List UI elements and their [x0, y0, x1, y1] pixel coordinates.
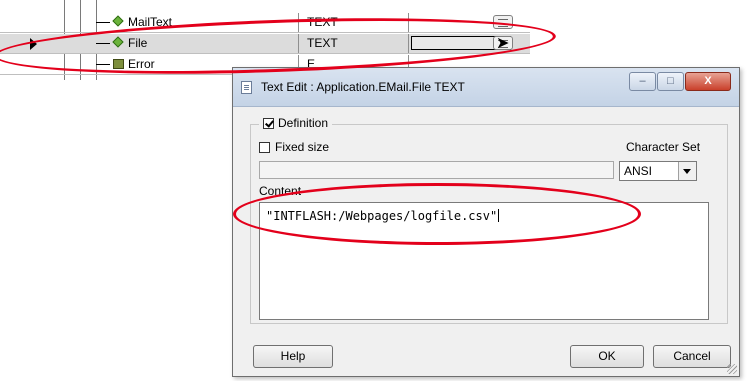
charset-select[interactable]: ANSI: [619, 161, 697, 181]
tree-connector: [96, 22, 110, 23]
annotation-ellipse: [233, 183, 641, 245]
definition-checkbox[interactable]: [263, 117, 274, 129]
fixed-size-label: Fixed size: [275, 140, 330, 154]
definition-checkbox-row[interactable]: Definition: [259, 116, 333, 130]
definition-label: Definition: [278, 116, 329, 130]
fixed-size-checkbox[interactable]: [259, 141, 270, 153]
size-field: [259, 161, 614, 179]
fixed-size-row[interactable]: Fixed size: [259, 140, 329, 154]
help-button[interactable]: Help: [253, 345, 333, 368]
cancel-button[interactable]: Cancel: [653, 345, 731, 368]
minimize-button[interactable]: –: [629, 72, 656, 91]
diamond-icon: [112, 15, 124, 27]
resize-grip-icon[interactable]: [727, 364, 737, 374]
ok-button[interactable]: OK: [570, 345, 644, 368]
maximize-button[interactable]: □: [657, 72, 684, 91]
charset-label: Character Set: [626, 140, 701, 154]
dialog-title: Text Edit : Application.EMail.File TEXT: [261, 80, 465, 94]
chevron-down-icon[interactable]: [678, 162, 696, 180]
close-button[interactable]: X: [685, 72, 731, 91]
charset-value: ANSI: [624, 164, 653, 178]
document-icon: [241, 81, 252, 94]
dialog-titlebar[interactable]: Text Edit : Application.EMail.File TEXT …: [233, 68, 739, 107]
